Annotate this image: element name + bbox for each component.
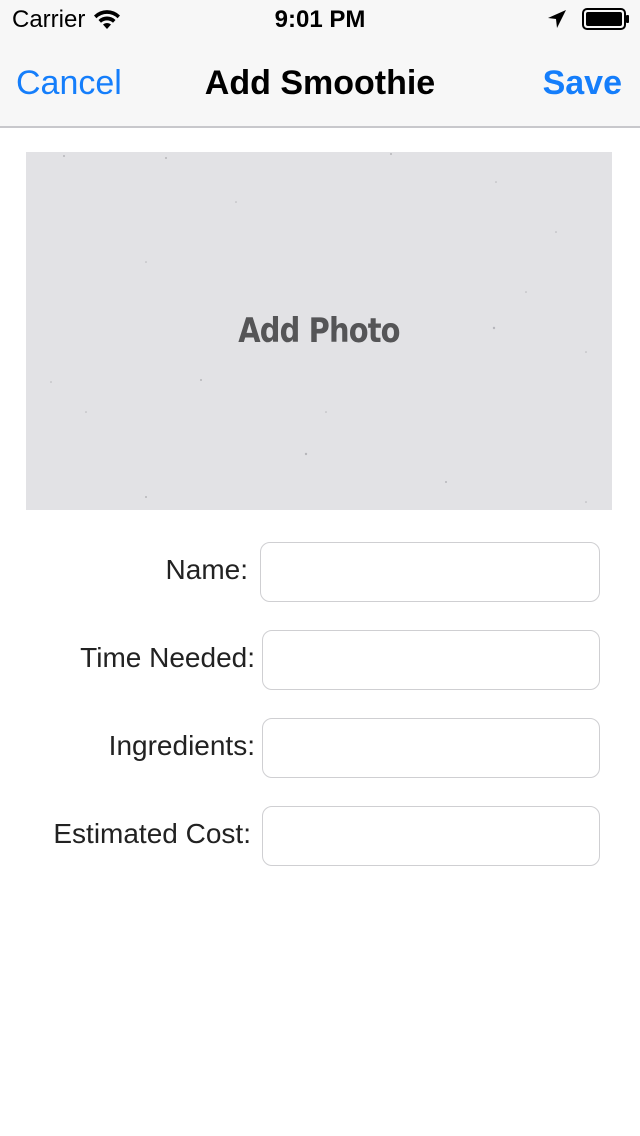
name-field[interactable] (260, 542, 600, 602)
save-button[interactable]: Save (543, 64, 622, 103)
time-needed-label: Time Needed: (80, 642, 255, 673)
location-arrow-icon (548, 10, 566, 28)
form-row-estimated-cost: Estimated Cost: (0, 806, 640, 866)
top-bar: Carrier 9:01 PM Cancel Add Smoothie Save (0, 0, 640, 128)
status-right (546, 8, 630, 30)
battery-icon (582, 8, 629, 30)
cancel-button[interactable]: Cancel (16, 64, 122, 103)
estimated-cost-field[interactable] (262, 806, 600, 866)
status-time: 9:01 PM (274, 6, 366, 33)
ingredients-label: Ingredients: (108, 730, 255, 761)
form-row-ingredients: Ingredients: (0, 718, 640, 778)
navigation-bar: Cancel Add Smoothie Save (0, 40, 640, 128)
form-row-name: Name: (0, 542, 640, 602)
name-label: Name: (165, 554, 248, 585)
add-photo-label: Add Photo (238, 311, 400, 351)
estimated-cost-label: Estimated Cost: (53, 818, 251, 849)
status-bar: Carrier 9:01 PM (0, 0, 640, 40)
add-photo-button[interactable]: Add Photo (26, 152, 612, 510)
form-row-time-needed: Time Needed: (0, 630, 640, 690)
time-needed-field[interactable] (262, 630, 600, 690)
ingredients-field[interactable] (262, 718, 600, 778)
